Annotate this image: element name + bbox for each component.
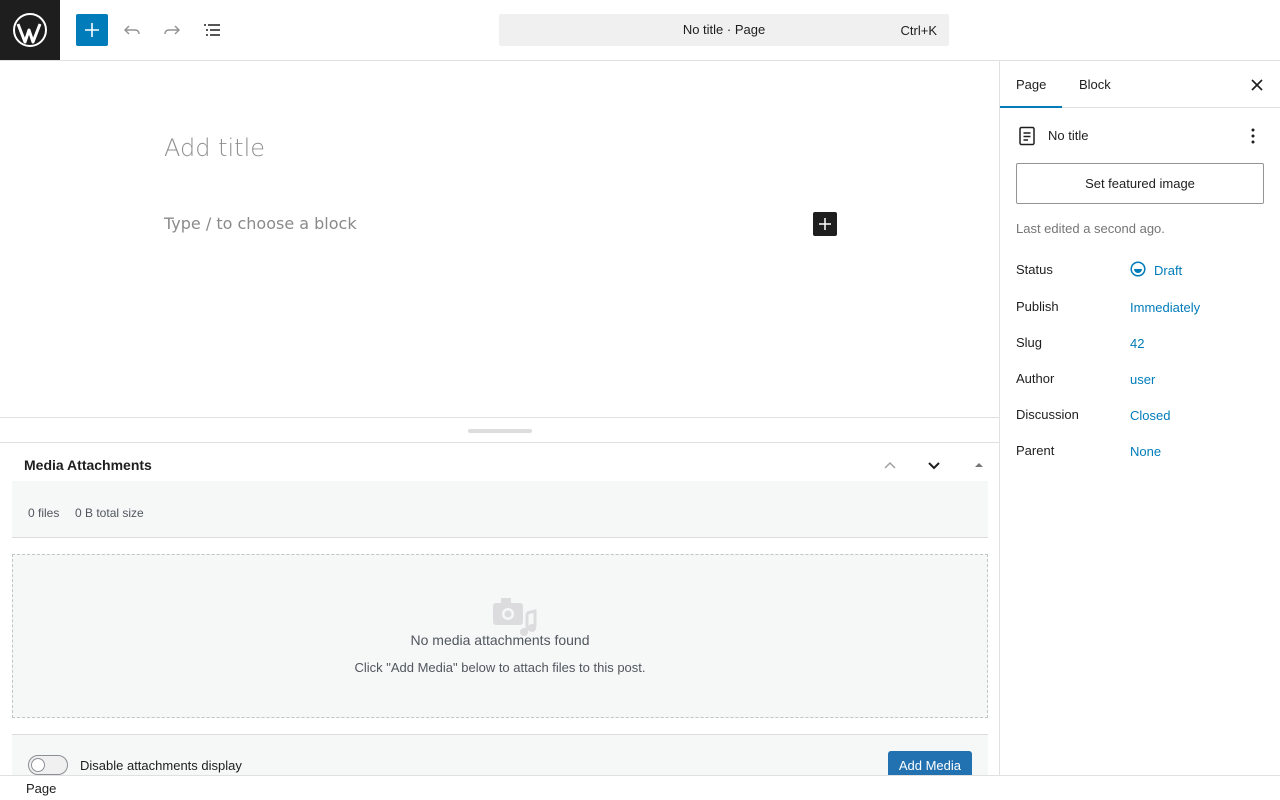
metabox-footer: Disable attachments display Add Media xyxy=(12,734,988,776)
settings-sidebar: Page Block No title Set featured image L… xyxy=(999,61,1280,775)
sidebar-tabs: Page Block xyxy=(1000,61,1280,108)
command-palette-bar[interactable]: No title · Page Ctrl+K xyxy=(499,14,949,46)
add-media-button[interactable]: Add Media xyxy=(887,751,972,776)
command-shortcut: Ctrl+K xyxy=(900,23,937,38)
discussion-value[interactable]: Closed xyxy=(1130,408,1170,423)
title-input[interactable]: Add title xyxy=(164,134,265,162)
empty-title: No media attachments found xyxy=(410,632,590,648)
last-edited: Last edited a second ago. xyxy=(1016,221,1165,236)
wordpress-logo-icon[interactable] xyxy=(0,0,60,60)
toggle-label: Disable attachments display xyxy=(80,758,242,773)
move-down-icon[interactable] xyxy=(922,453,946,477)
resize-handle[interactable] xyxy=(468,429,532,433)
slug-value[interactable]: 42 xyxy=(1130,336,1144,351)
document-title: No title · Page xyxy=(682,22,766,37)
metabox-resize-bar xyxy=(0,417,999,443)
document-summary: No title xyxy=(1016,125,1265,147)
breadcrumb[interactable]: Page xyxy=(26,781,56,796)
move-up-icon[interactable] xyxy=(878,453,902,477)
metabox-title: Media Attachments xyxy=(24,457,152,473)
author-value[interactable]: user xyxy=(1130,372,1155,387)
undo-icon[interactable] xyxy=(116,14,148,46)
publish-value[interactable]: Immediately xyxy=(1130,300,1200,315)
editor-canvas: Add title Type / to choose a block xyxy=(0,61,999,418)
page-icon xyxy=(1018,126,1036,151)
total-size: 0 B total size xyxy=(75,506,144,520)
draft-icon xyxy=(1130,261,1146,280)
add-block-button[interactable] xyxy=(76,14,108,46)
toggle-panel-icon[interactable] xyxy=(967,453,991,477)
tab-page[interactable]: Page xyxy=(1000,61,1063,108)
parent-label: Parent xyxy=(1016,443,1055,458)
set-featured-image-button[interactable]: Set featured image xyxy=(1016,163,1264,204)
status-text: Draft xyxy=(1154,263,1183,278)
files-count: 0 files xyxy=(28,506,60,520)
document-title: No title xyxy=(1048,128,1089,143)
top-toolbar: No title · Page Ctrl+K xyxy=(0,0,1280,61)
close-icon[interactable] xyxy=(1245,73,1269,97)
discussion-label: Discussion xyxy=(1016,407,1079,422)
status-bar: Page xyxy=(0,775,1280,800)
publish-label: Publish xyxy=(1016,299,1059,314)
status-label: Status xyxy=(1016,262,1053,277)
toggle-knob xyxy=(31,758,45,772)
redo-icon[interactable] xyxy=(156,14,188,46)
document-overview-icon[interactable] xyxy=(196,14,228,46)
author-label: Author xyxy=(1016,371,1055,386)
empty-subtitle: Click "Add Media" below to attach files … xyxy=(354,660,646,675)
status-value[interactable]: Draft xyxy=(1130,261,1182,280)
block-inserter-button[interactable] xyxy=(813,212,837,236)
media-attachments-metabox: Media Attachments 0 files 0 B total size… xyxy=(0,443,999,776)
attachment-stats: 0 files 0 B total size xyxy=(12,481,988,538)
tab-block[interactable]: Block xyxy=(1063,61,1127,108)
empty-state: No media attachments found Click "Add Me… xyxy=(12,554,988,718)
parent-value[interactable]: None xyxy=(1130,444,1161,459)
block-placeholder[interactable]: Type / to choose a block xyxy=(164,214,357,233)
slug-label: Slug xyxy=(1016,335,1043,350)
disable-display-toggle[interactable] xyxy=(28,755,68,775)
more-options-icon[interactable] xyxy=(1241,125,1265,147)
